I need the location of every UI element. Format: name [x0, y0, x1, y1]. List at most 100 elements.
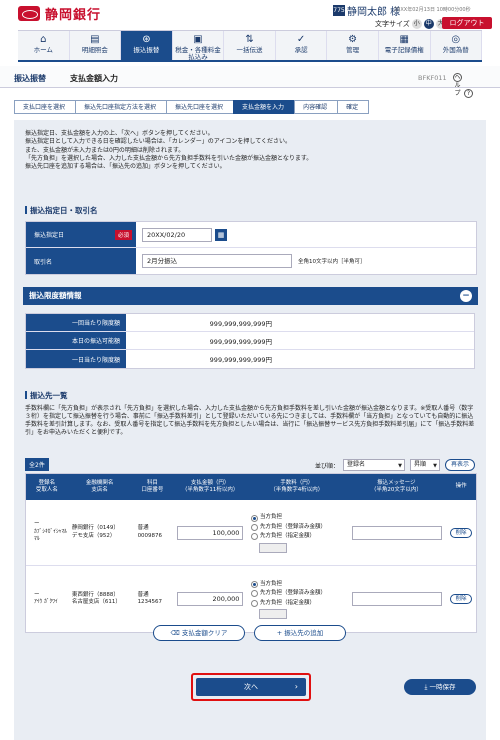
nav-tax-payment[interactable]: ▣ 税金・各種料金払込み — [173, 31, 225, 61]
limit-label: 一回当たり限度額 — [26, 314, 126, 331]
step-6: 確定 — [337, 100, 370, 114]
step-3: 振込先口座を選択 — [166, 100, 235, 114]
nav-fx[interactable]: ◎ 外国為替 — [431, 31, 483, 60]
column-header: 手数料（円） （半角数字4桁以内） — [270, 479, 324, 493]
bank-name-cell: 東西銀行（8888） — [71, 591, 119, 598]
message-input[interactable] — [351, 592, 442, 606]
limit-label: 一日当たり限度額 — [26, 350, 126, 368]
nav-transfer[interactable]: ⊛ 振込振替 — [121, 31, 173, 60]
add-payee-button[interactable]: + 振込先の追加 — [254, 625, 346, 641]
column-header: 支払金額（円） （半角数字11桁以内） — [181, 479, 239, 493]
fee-option-registered[interactable]: 先方負担（登録済み金額） — [251, 524, 347, 531]
account-type: 普通 — [137, 591, 149, 598]
transaction-name-input[interactable]: 2月分振込 — [142, 254, 292, 268]
clear-amount-button[interactable]: ⌫ 支払金額クリア — [153, 625, 245, 641]
page-category: 振込振替 — [14, 74, 46, 83]
help-link[interactable]: ヘルプ? — [451, 73, 473, 98]
payee-name: ｱｲｳ ｶﾞｸﾜｲ — [34, 599, 58, 605]
page-title: 支払金額入力 — [70, 74, 118, 83]
collapse-icon[interactable]: − — [460, 290, 472, 302]
logout-button[interactable]: ログアウト — [442, 17, 492, 29]
radio-selected[interactable] — [251, 581, 259, 589]
header: 静岡銀行 775 静岡太郎 様 20XX年02月13日 10時00分00秒 文字サ… — [0, 0, 500, 30]
limit-label: 本日の振込可能額 — [26, 332, 126, 349]
bank-name: 静岡銀行 — [45, 8, 102, 23]
login-datetime: 20XX年02月13日 10時00分00秒 — [394, 7, 471, 13]
column-header: 登録名 受取人名 — [35, 479, 58, 493]
radio[interactable] — [251, 533, 259, 541]
instructions: 振込指定日、支払金額を入力の上、「次へ」ボタンを押してください。 振込指定日として… — [25, 130, 313, 171]
account-number: 0009876 — [137, 532, 163, 539]
user-icon: 775 — [333, 5, 345, 16]
step-5: 内容確認 — [294, 100, 339, 114]
branch-name: 名古屋支店（611） — [71, 599, 121, 605]
fee-amount-input[interactable] — [259, 542, 288, 553]
date-label: 振込指定日 必須 — [26, 222, 136, 247]
radio-selected[interactable] — [251, 514, 259, 522]
delete-button[interactable]: 削除 — [450, 527, 473, 538]
payee-section-heading: 振込先一覧 — [25, 390, 68, 401]
account-number: 1234567 — [137, 599, 163, 605]
fee-option-specified[interactable]: 先方負担（指定金額） — [251, 533, 347, 541]
column-header: 科目 口座番号 — [141, 479, 164, 493]
branch-name: デモ支店（952） — [71, 532, 116, 539]
calendar-icon[interactable]: ▦ — [215, 228, 227, 241]
column-header: 操作 — [455, 483, 467, 490]
name-label: 取引名 — [26, 248, 136, 274]
fee-option-registered[interactable]: 先方負担（登録済み金額） — [251, 590, 347, 598]
user-name: 静岡太郎 様 — [347, 7, 401, 18]
account-type: 普通 — [137, 525, 149, 532]
nav-approval[interactable]: ✓ 承認 — [276, 31, 328, 60]
fee-amount-input[interactable] — [259, 609, 288, 620]
font-size-small[interactable]: 小 — [411, 19, 422, 29]
font-size-control: 文字サイズ小中大 — [375, 19, 446, 29]
step-4-current: 支払金額を入力 — [233, 100, 296, 114]
amount-input[interactable]: 100,000 — [177, 525, 244, 540]
step-1: 支払口座を選択 — [14, 100, 77, 114]
table-row: ーｱｲｳ ｶﾞｸﾜｲ 東西銀行（8888） 名古屋支店（611） 普通 123456… — [26, 566, 476, 632]
page-title-bar: 振込振替 支払金額入力 BFKF011 ヘルプ? — [0, 66, 500, 98]
column-header: 金融機関名 支店名 — [85, 479, 114, 493]
message-input[interactable] — [351, 525, 442, 540]
font-size-label: 文字サイズ — [375, 20, 410, 28]
delete-button[interactable]: 削除 — [450, 594, 473, 604]
transfer-date-input[interactable]: 20XX/02/20 — [142, 227, 212, 242]
limit-section-header[interactable]: 振込限度額情報 − — [23, 287, 478, 305]
nav-bulk[interactable]: ⇅ 一括伝送 — [224, 31, 276, 60]
nav-statements[interactable]: ▤ 明細照会 — [70, 31, 122, 60]
column-header: 振込メッセージ （半角20文字以内） — [370, 479, 422, 493]
screen-code: BFKF011 — [418, 74, 447, 82]
registered-name: ー — [34, 591, 40, 598]
registered-name: ー — [34, 521, 40, 528]
radio[interactable] — [251, 590, 259, 598]
fee-option-specified[interactable]: 先方負担（指定金額） — [251, 600, 347, 607]
nav-manage[interactable]: ⚙ 管理 — [327, 31, 379, 60]
date-section-heading: 振込指定日・取引名 — [25, 205, 98, 216]
amount-input[interactable]: 200,000 — [177, 592, 244, 606]
sort-order-select[interactable]: 昇順 — [410, 459, 440, 471]
chevron-right-icon: › — [294, 682, 298, 691]
font-size-medium[interactable]: 中 — [423, 19, 434, 29]
name-hint: 全角10文字以内［半角可］ — [298, 259, 366, 265]
radio[interactable] — [251, 523, 259, 531]
result-count: 全2件 — [25, 458, 49, 471]
bank-logo[interactable]: 静岡銀行 — [18, 4, 101, 23]
eraser-icon: ⌫ — [170, 629, 182, 637]
sort-label: 並び順： — [315, 463, 340, 470]
redisplay-button[interactable]: 再表示 — [445, 459, 475, 471]
payee-name: ｶﾌﾞｼｷｶﾞｲｼｬﾏﾙﾏﾙ — [34, 528, 68, 543]
limit-value: 999,999,999,999円 — [209, 337, 272, 346]
table-row: ーｶﾌﾞｼｷｶﾞｲｼｬﾏﾙﾏﾙ 静岡銀行（0149） デモ支店（952） 普通 00… — [26, 500, 476, 566]
temporary-save-button[interactable]: ⤓ 一時保存 — [404, 679, 476, 695]
fee-option-ours[interactable]: 当方負担 — [251, 514, 347, 522]
nav-home[interactable]: ⌂ ホーム — [18, 31, 70, 60]
payee-table: 登録名 受取人名 金融機関名 支店名 科目 口座番号 支払金額（円） （半角数字… — [25, 473, 477, 633]
limit-value: 999,999,999,999円 — [209, 356, 272, 364]
fee-note: 手数料欄に「先方負担」が表示され「先方負担」を選択した場合、入力した支払金額から… — [25, 405, 475, 437]
radio[interactable] — [251, 599, 259, 607]
fee-option-ours[interactable]: 当方負担 — [251, 581, 347, 589]
next-button[interactable]: 次へ › — [196, 678, 306, 696]
sort-field-select[interactable]: 登録名 — [343, 459, 405, 471]
next-button-highlight: 次へ › — [191, 673, 311, 701]
nav-e-record[interactable]: ▦ 電子記録債権 — [379, 31, 431, 60]
